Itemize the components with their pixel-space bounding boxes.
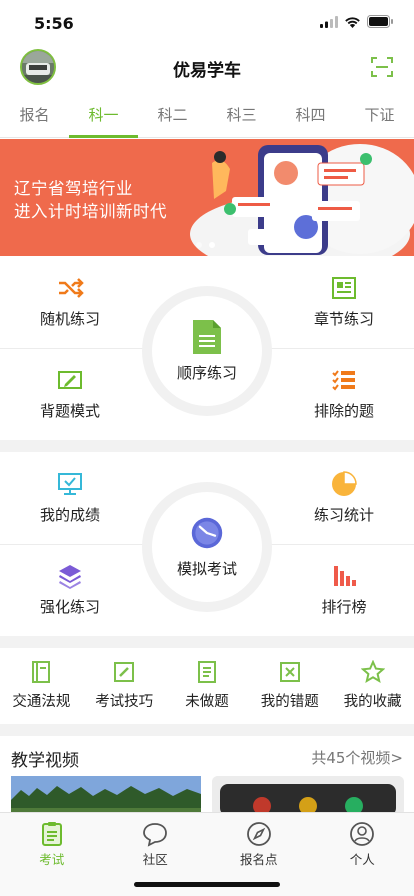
section-divider xyxy=(0,440,414,452)
undone-questions-label: 未做题 xyxy=(185,694,229,710)
video-section-title: 教学视频 xyxy=(11,751,79,771)
clock-icon xyxy=(191,517,223,549)
exam-tips-label: 考试技巧 xyxy=(95,694,154,710)
wrong-box-icon xyxy=(279,662,300,682)
scan-icon[interactable] xyxy=(370,55,394,79)
mock-exam-label: 模拟考试 xyxy=(176,560,237,578)
monitor-check-icon xyxy=(58,473,82,495)
tab-license[interactable]: 下证 xyxy=(345,90,414,137)
banner-dot-active[interactable] xyxy=(209,242,215,248)
compass-icon xyxy=(246,822,271,846)
shuffle-icon xyxy=(59,278,84,298)
intensive-practice-button[interactable]: 强化练习 xyxy=(0,544,140,636)
bottom-tab-profile-label: 个人 xyxy=(349,852,375,867)
tab-registration[interactable]: 报名 xyxy=(0,90,69,137)
tab-subject-three[interactable]: 科三 xyxy=(207,90,276,137)
banner-dot[interactable] xyxy=(196,242,202,248)
chapter-book-icon xyxy=(332,277,356,299)
ranking-label: 排行榜 xyxy=(321,598,367,616)
exam-tips-button[interactable]: 考试技巧 xyxy=(83,646,166,724)
practice-stats-button[interactable]: 练习统计 xyxy=(274,452,414,544)
tab-subject-two[interactable]: 科二 xyxy=(138,90,207,137)
status-icons xyxy=(320,15,394,28)
my-scores-label: 我的成绩 xyxy=(39,506,100,524)
memorize-mode-label: 背题模式 xyxy=(39,402,100,420)
home-indicator xyxy=(134,882,280,887)
bottom-tab-exam[interactable]: 考试 xyxy=(0,813,104,896)
document-icon xyxy=(197,661,216,683)
status-time: 5:56 xyxy=(34,14,74,33)
favorites-label: 我的收藏 xyxy=(343,694,402,710)
banner-line-1: 辽宁省驾培行业 xyxy=(14,179,133,198)
bottom-tab-profile[interactable]: 个人 xyxy=(311,813,414,896)
wrong-questions-button[interactable]: 我的错题 xyxy=(248,646,331,724)
quick-links: 交通法规 考试技巧 未做题 我的错题 我的收藏 xyxy=(0,646,414,724)
promo-banner[interactable]: 辽宁省驾培行业 进入计时培训新时代 xyxy=(0,139,414,256)
memorize-mode-button[interactable]: 背题模式 xyxy=(0,348,140,440)
traffic-law-button[interactable]: 交通法规 xyxy=(0,646,83,724)
tab-subject-one[interactable]: 科一 xyxy=(69,90,138,138)
subject-tabs: 报名 科一 科二 科三 科四 下证 xyxy=(0,90,414,138)
status-bar: 5:56 xyxy=(0,0,414,44)
wrong-questions-label: 我的错题 xyxy=(260,694,319,710)
chat-bubble-icon xyxy=(143,823,168,847)
banner-text: 辽宁省驾培行业 进入计时培训新时代 xyxy=(14,177,167,223)
law-book-icon xyxy=(32,661,51,683)
video-more-link[interactable]: 共45个视频> xyxy=(311,747,403,768)
video-thumbnail-image xyxy=(212,776,404,816)
page-title: 优易学车 xyxy=(173,61,241,81)
video-section-header: 教学视频 共45个视频> xyxy=(0,736,414,776)
bar-chart-icon xyxy=(334,566,356,586)
nav-bar: 优易学车 xyxy=(0,44,414,90)
bottom-tab-community-label: 社区 xyxy=(142,852,168,867)
banner-pagination xyxy=(196,242,215,248)
layers-icon xyxy=(59,565,81,589)
excluded-questions-label: 排除的题 xyxy=(313,402,374,420)
exam-clipboard-icon xyxy=(41,822,62,846)
my-scores-button[interactable]: 我的成绩 xyxy=(0,452,140,544)
document-green-icon xyxy=(193,320,221,354)
favorites-button[interactable]: 我的收藏 xyxy=(331,646,414,724)
video-thumbnail-image xyxy=(11,776,201,816)
video-thumbnail[interactable] xyxy=(212,776,404,816)
edit-card-icon xyxy=(58,371,82,389)
tab-subject-four[interactable]: 科四 xyxy=(276,90,345,137)
star-icon xyxy=(360,660,385,684)
bottom-tab-registration-points-label: 报名点 xyxy=(239,852,278,867)
edit-icon xyxy=(114,662,135,682)
traffic-law-label: 交通法规 xyxy=(12,694,71,710)
exam-section: 我的成绩 练习统计 强化练习 排行榜 模拟考试 xyxy=(0,452,414,636)
signal-icon xyxy=(320,15,338,28)
ranking-button[interactable]: 排行榜 xyxy=(274,544,414,636)
undone-questions-button[interactable]: 未做题 xyxy=(166,646,249,724)
random-practice-label: 随机练习 xyxy=(39,310,100,328)
checklist-icon xyxy=(332,370,355,391)
bottom-tab-exam-label: 考试 xyxy=(39,852,65,867)
excluded-questions-button[interactable]: 排除的题 xyxy=(274,348,414,440)
mock-exam-button[interactable]: 模拟考试 xyxy=(142,482,272,612)
video-thumbnail[interactable] xyxy=(11,776,201,816)
chapter-practice-button[interactable]: 章节练习 xyxy=(274,256,414,348)
practice-section: 随机练习 章节练习 背题模式 排除的题 顺序练习 xyxy=(0,256,414,440)
sequential-practice-button[interactable]: 顺序练习 xyxy=(142,286,272,416)
section-divider xyxy=(0,724,414,736)
battery-icon xyxy=(367,15,393,28)
sequential-practice-label: 顺序练习 xyxy=(176,364,237,382)
random-practice-button[interactable]: 随机练习 xyxy=(0,256,140,348)
practice-stats-label: 练习统计 xyxy=(313,506,374,524)
wifi-icon xyxy=(345,16,360,28)
pie-chart-icon xyxy=(332,471,357,496)
chapter-practice-label: 章节练习 xyxy=(313,310,374,328)
intensive-practice-label: 强化练习 xyxy=(39,598,100,616)
person-icon xyxy=(350,822,375,846)
banner-line-2: 进入计时培训新时代 xyxy=(14,202,167,221)
